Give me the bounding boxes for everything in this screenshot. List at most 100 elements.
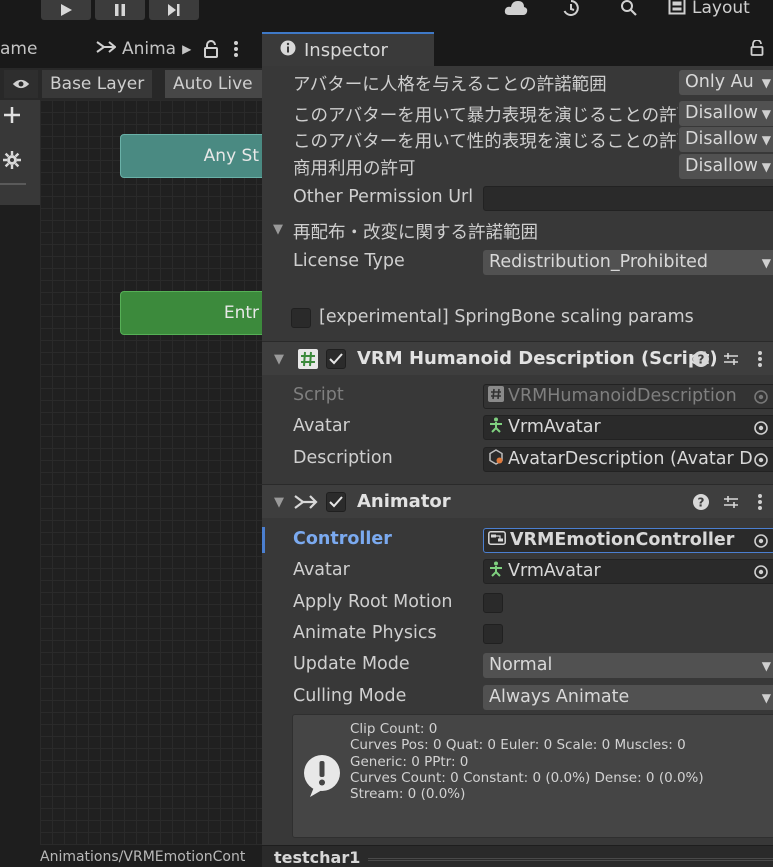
game-tab[interactable]: ame xyxy=(0,32,37,66)
avatar-icon xyxy=(488,561,504,582)
other-permission-label: Other Permission Url xyxy=(293,187,474,207)
add-icon[interactable] xyxy=(3,106,21,128)
component-menu-icon[interactable] xyxy=(757,493,763,511)
layers-column xyxy=(0,205,40,845)
avatar-description-icon xyxy=(488,448,504,470)
play-button[interactable] xyxy=(41,0,91,20)
step-button[interactable] xyxy=(149,0,199,20)
info-line: Stream: 0 (0.0%) xyxy=(350,786,466,803)
description-object-field[interactable]: AvatarDescription (Avatar D xyxy=(483,446,773,472)
description-row: Description AvatarDescription (Avatar D xyxy=(293,446,773,472)
avatar-value: VrmAvatar xyxy=(508,417,601,437)
permission-dropdown[interactable]: Disallow ▼ xyxy=(679,100,773,126)
controller-object-field[interactable]: VRMEmotionController xyxy=(483,527,773,553)
active-field-marker xyxy=(262,527,265,553)
animator-tab[interactable]: Anima ▶ xyxy=(96,32,191,66)
layout-dropdown[interactable]: Layout xyxy=(668,0,750,20)
component-menu-icon[interactable] xyxy=(757,350,763,368)
entry-node[interactable]: Entr xyxy=(120,291,262,335)
more-menu-icon[interactable] xyxy=(233,32,239,66)
foldout-arrow-icon[interactable]: ▼ xyxy=(274,495,284,510)
experimental-checkbox[interactable] xyxy=(291,308,311,328)
foldout-arrow-icon: ▼ xyxy=(273,222,283,237)
avatar-object-field[interactable]: VrmAvatar xyxy=(483,414,773,440)
culling-mode-dropdown[interactable]: Always Animate ▼ xyxy=(483,684,773,710)
humanoid-enabled-checkbox[interactable] xyxy=(326,349,346,369)
controller-value: VRMEmotionController xyxy=(510,530,735,550)
object-picker-icon[interactable] xyxy=(752,563,770,581)
apply-root-motion-checkbox[interactable] xyxy=(483,593,503,613)
auto-live-link-button[interactable]: Auto Live xyxy=(165,70,262,98)
license-type-dropdown[interactable]: Redistribution_Prohibited ▼ xyxy=(483,249,773,275)
experimental-label: [experimental] SpringBone scaling params xyxy=(319,307,694,327)
dropdown-arrow-icon: ▼ xyxy=(761,159,771,174)
update-mode-dropdown[interactable]: Normal ▼ xyxy=(483,652,773,678)
humanoid-description-header[interactable]: ▼ VRM Humanoid Description (Script) ? xyxy=(262,341,773,375)
eye-icon[interactable] xyxy=(4,70,38,98)
animator-enabled-checkbox[interactable] xyxy=(326,492,346,512)
selected-object-name: testchar1 xyxy=(274,848,361,867)
info-line: Generic: 0 PPtr: 0 xyxy=(350,753,469,770)
permission-row-personation: アバターに人格を与えることの許諾範囲 Only Au ▼ xyxy=(293,69,773,95)
gear-icon[interactable] xyxy=(3,151,21,173)
animator-avatar-row: Avatar VrmAvatar xyxy=(293,558,773,584)
controller-label: Controller xyxy=(293,529,392,549)
controller-path-status: Animations/VRMEmotionCont xyxy=(0,845,262,867)
animate-physics-checkbox[interactable] xyxy=(483,624,503,644)
help-icon[interactable]: ? xyxy=(693,351,709,367)
inspector-lock-icon[interactable] xyxy=(750,39,764,60)
permission-dropdown[interactable]: Disallow ▼ xyxy=(679,153,773,179)
layout-label: Layout xyxy=(692,0,750,18)
apply-root-motion-label: Apply Root Motion xyxy=(293,592,453,612)
permission-dropdown[interactable]: Only Au ▼ xyxy=(679,69,773,95)
history-icon[interactable] xyxy=(560,0,582,16)
top-toolbar: Layout xyxy=(0,0,773,28)
description-value: AvatarDescription (Avatar D xyxy=(508,449,753,469)
animator-title: Animator xyxy=(357,491,451,512)
presets-icon[interactable] xyxy=(723,494,739,510)
permission-dropdown[interactable]: Disallow ▼ xyxy=(679,126,773,152)
auto-live-label: Auto Live xyxy=(173,74,253,94)
svg-text:?: ? xyxy=(698,496,705,510)
any-state-node[interactable]: Any St xyxy=(120,134,262,178)
experimental-row: [experimental] SpringBone scaling params xyxy=(291,305,773,331)
info-line: Curves Count: 0 Constant: 0 (0.0%) Dense… xyxy=(350,769,704,786)
object-picker-icon[interactable] xyxy=(752,532,770,550)
search-icon[interactable] xyxy=(618,0,640,16)
breadcrumb-base-layer[interactable]: Base Layer xyxy=(42,70,153,98)
other-permission-url-input[interactable] xyxy=(483,185,773,211)
object-picker-icon[interactable] xyxy=(752,450,770,469)
animate-physics-row: Animate Physics xyxy=(293,621,773,647)
animator-controller-icon xyxy=(488,530,506,550)
pause-button[interactable] xyxy=(95,0,145,20)
other-permission-row: Other Permission Url xyxy=(293,185,773,211)
warning-bubble-icon xyxy=(302,753,342,803)
presets-icon[interactable] xyxy=(723,351,739,367)
cloud-icon[interactable] xyxy=(504,0,528,16)
inspector-body: アバターに人格を与えることの許諾範囲 Only Au ▼ このアバターを用いて暴力… xyxy=(262,66,773,845)
culling-mode-value: Always Animate xyxy=(489,687,630,707)
inspector-tab-bar xyxy=(434,32,773,66)
animator-component-header[interactable]: ▼ Animator ? xyxy=(262,484,773,518)
any-state-label: Any St xyxy=(203,146,259,166)
update-mode-value: Normal xyxy=(489,655,553,675)
animator-avatar-object-field[interactable]: VrmAvatar xyxy=(483,558,773,584)
redistribution-foldout[interactable]: ▼ 再配布・改変に関する許諾範囲 xyxy=(273,217,773,243)
permission-label: このアバターを用いて性的表現を演じることの許可 xyxy=(293,132,678,152)
permission-label: 商用利用の許可 xyxy=(293,159,416,179)
game-tab-label: ame xyxy=(0,39,38,59)
footer-divider xyxy=(368,858,773,861)
tab-overflow-icon[interactable]: ▶ xyxy=(182,42,191,56)
description-label: Description xyxy=(293,448,393,468)
play-icon xyxy=(59,3,73,17)
dropdown-arrow-icon: ▼ xyxy=(761,132,771,147)
foldout-arrow-icon[interactable]: ▼ xyxy=(274,352,284,367)
update-mode-row: Update Mode Normal ▼ xyxy=(293,652,773,678)
lock-icon[interactable] xyxy=(203,32,219,66)
state-machine-graph[interactable]: Any St Entr xyxy=(40,100,262,845)
help-icon[interactable]: ? xyxy=(693,494,709,510)
object-picker-icon[interactable] xyxy=(752,419,770,437)
script-row: Script VRMHumanoidDescription xyxy=(293,383,773,409)
inspector-tab[interactable]: Inspector xyxy=(262,32,434,66)
dropdown-arrow-icon: ▼ xyxy=(761,106,771,121)
